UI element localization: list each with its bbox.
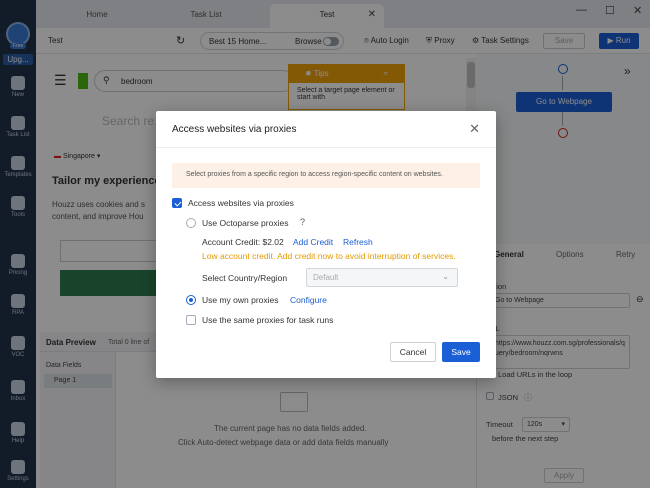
- dialog-title: Access websites via proxies: [172, 124, 297, 135]
- add-credit-link[interactable]: Add Credit: [293, 237, 333, 247]
- same-proxies-label: Use the same proxies for task runs: [202, 315, 334, 325]
- low-credit-warning: Low account credit. Add credit now to av…: [202, 251, 456, 261]
- country-value: Default: [313, 273, 339, 282]
- account-credit: Account Credit: $2.02: [202, 237, 284, 247]
- my-own-proxies-label: Use my own proxies: [202, 295, 279, 305]
- notice-text: Select proxies from a specific region to…: [186, 171, 443, 178]
- info-notice: Select proxies from a specific region to…: [172, 163, 480, 188]
- configure-link[interactable]: Configure: [290, 295, 327, 305]
- close-icon[interactable]: ✕: [469, 121, 480, 137]
- chevron-down-icon: ⌄: [442, 272, 449, 281]
- proxy-dialog: Access websites via proxies ✕ Select pro…: [156, 111, 496, 378]
- refresh-link[interactable]: Refresh: [343, 237, 373, 247]
- save-label: Save: [451, 347, 471, 357]
- divider: [156, 147, 496, 148]
- help-icon[interactable]: ?: [300, 217, 305, 227]
- cancel-button[interactable]: Cancel: [390, 342, 436, 362]
- country-select[interactable]: Default ⌄: [306, 268, 458, 287]
- my-own-proxies-radio[interactable]: [186, 295, 196, 305]
- access-proxies-label: Access websites via proxies: [188, 198, 294, 208]
- octoparse-proxies-label: Use Octoparse proxies: [202, 218, 289, 228]
- country-label: Select Country/Region: [202, 273, 288, 283]
- access-proxies-checkbox[interactable]: [172, 198, 182, 208]
- cancel-label: Cancel: [399, 347, 427, 357]
- save-button[interactable]: Save: [442, 342, 480, 362]
- octoparse-proxies-radio[interactable]: [186, 218, 196, 228]
- same-proxies-checkbox[interactable]: [186, 315, 196, 325]
